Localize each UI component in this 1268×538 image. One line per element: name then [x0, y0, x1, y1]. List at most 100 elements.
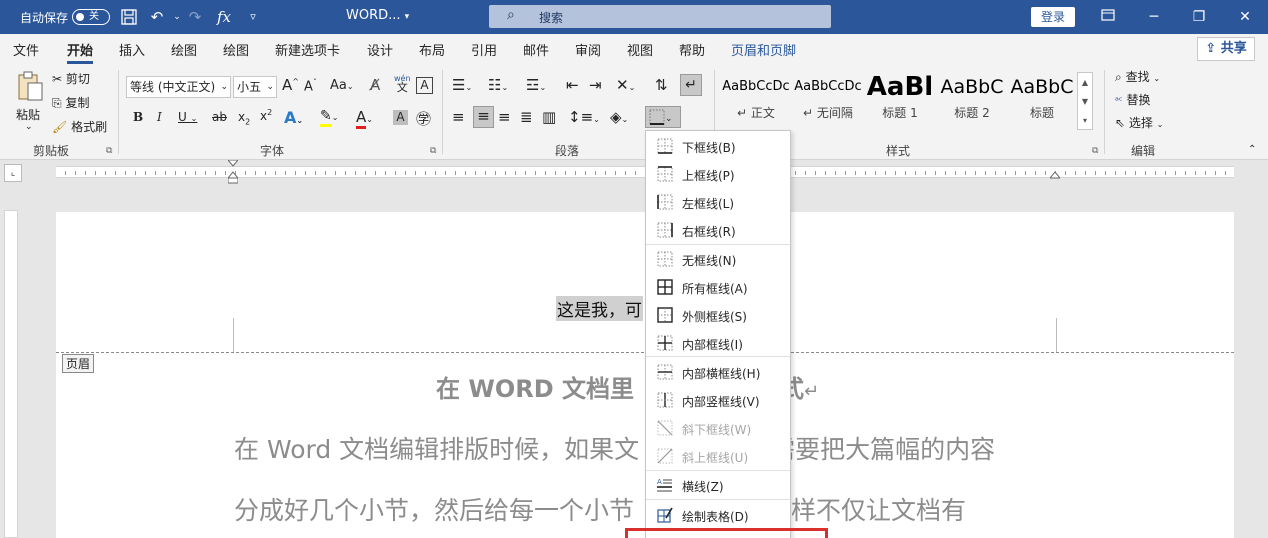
superscript-button[interactable]: x2 — [260, 108, 272, 123]
customize-toolbar-icon[interactable]: ▿ — [244, 8, 262, 26]
font-size-combo[interactable]: 小五 ⌄ — [233, 76, 277, 98]
tab-header-footer[interactable]: 页眉和页脚 — [731, 40, 796, 59]
phonetic-guide-button[interactable]: wén 文 — [394, 74, 411, 93]
tab-file[interactable]: 文件 — [13, 40, 39, 59]
undo-icon[interactable]: ↶ — [148, 8, 166, 26]
shading-icon[interactable]: ◈⌄ — [610, 108, 628, 126]
document-name[interactable]: WORD... ▾ — [346, 8, 409, 23]
autosave-toggle[interactable]: 关 — [72, 9, 110, 25]
menu-item-left-border[interactable]: 左框线(L) — [646, 189, 790, 215]
menu-item-outside-borders[interactable]: 外侧框线(S) — [646, 302, 790, 328]
tab-selector-icon[interactable]: ⌞ — [4, 164, 22, 182]
distributed-icon[interactable]: ▥ — [542, 108, 556, 126]
shrink-font-button[interactable]: Aˇ — [304, 78, 317, 94]
ribbon-display-icon[interactable] — [1095, 6, 1121, 28]
search-box[interactable]: ⌕ 搜索 — [489, 5, 831, 28]
tab-review[interactable]: 审阅 — [575, 40, 601, 59]
character-border-button[interactable]: A — [416, 77, 433, 94]
menu-item-inside-horizontal-border[interactable]: 内部横框线(H) — [646, 359, 790, 385]
increase-indent-icon[interactable]: ⇥ — [589, 76, 602, 94]
style-heading-2[interactable]: AaBbC 标题 2 — [936, 70, 1008, 128]
undo-dropdown-icon[interactable]: ⌄ — [168, 8, 186, 26]
clipboard-launcher-icon[interactable]: ⧉ — [106, 146, 112, 156]
align-right-icon[interactable]: ≡ — [498, 108, 511, 126]
grow-font-button[interactable]: A^ — [282, 76, 299, 94]
horizontal-ruler[interactable]: ⌞ — [0, 160, 1268, 184]
menu-item-inside-borders[interactable]: 内部框线(I) — [646, 330, 790, 356]
line-spacing-icon[interactable]: ↕≡⌄ — [568, 108, 600, 126]
vertical-ruler[interactable] — [4, 210, 18, 538]
login-button[interactable]: 登录 — [1031, 7, 1075, 27]
select-button[interactable]: ⇖ 选择 ⌄ — [1115, 114, 1163, 131]
show-formatting-marks-icon[interactable]: ↵ — [680, 74, 702, 96]
text-effects-icon[interactable]: A⌄ — [284, 108, 303, 127]
sort-icon[interactable]: ⇅ — [655, 76, 668, 94]
enclose-characters-icon[interactable]: ㊫ — [416, 108, 431, 129]
character-shading-icon[interactable]: A — [393, 110, 408, 125]
change-case-button[interactable]: Aa⌄ — [330, 78, 354, 93]
tab-design[interactable]: 设计 — [367, 40, 393, 59]
formula-icon[interactable]: fx — [215, 8, 233, 26]
cut-button[interactable]: ✂ 剪切 — [52, 70, 90, 87]
style-normal[interactable]: AaBbCcDc ↵ 正文 — [720, 70, 792, 128]
tab-new-tab[interactable]: 新建选项卡 — [275, 40, 340, 59]
underline-button[interactable]: U ⌄ — [178, 110, 197, 124]
body-paragraph-line[interactable]: 在 Word 文档编辑排版时候，如果文 ，需要把大篇幅的内容 — [234, 430, 995, 466]
collapse-ribbon-icon[interactable]: ⌃ — [1248, 144, 1256, 155]
paste-button[interactable]: 粘贴 ⌄ — [12, 70, 48, 136]
tab-insert[interactable]: 插入 — [119, 40, 145, 59]
menu-item-top-border[interactable]: 上框线(P) — [646, 161, 790, 187]
menu-item-bottom-border[interactable]: 下框线(B) — [646, 133, 790, 159]
menu-item-horizontal-line[interactable]: A 横线(Z) — [646, 472, 790, 498]
decrease-indent-icon[interactable]: ⇤ — [566, 76, 579, 94]
find-button[interactable]: ⌕ 查找 ⌄ — [1115, 68, 1160, 85]
copy-button[interactable]: ⎘ 复制 — [52, 94, 89, 111]
tab-references[interactable]: 引用 — [471, 40, 497, 59]
tab-draw-2[interactable]: 绘图 — [223, 40, 249, 59]
style-heading-1[interactable]: AaBl 标题 1 — [864, 70, 936, 128]
body-paragraph-line[interactable]: 分成好几个小节，然后给每一个小节 题，这样不仅让文档有 — [234, 491, 966, 527]
menu-item-draw-table[interactable]: 绘制表格(D) — [646, 502, 790, 528]
minimize-icon[interactable]: ─ — [1141, 6, 1167, 28]
tab-home[interactable]: 开始 — [67, 40, 94, 64]
subscript-button[interactable]: x2 — [238, 110, 250, 126]
style-no-spacing[interactable]: AaBbCcDc ↵ 无间隔 — [792, 70, 864, 128]
highlight-color-icon[interactable]: ✎⌄ — [320, 108, 338, 127]
tab-mailings[interactable]: 邮件 — [523, 40, 549, 59]
tab-draw[interactable]: 绘图 — [171, 40, 197, 59]
replace-button[interactable]: ᵃᶜ 替换 — [1115, 91, 1150, 108]
chinese-layout-icon[interactable]: ✕⌄ — [616, 76, 635, 94]
align-left-icon[interactable]: ≡ — [452, 108, 465, 126]
align-center-icon[interactable]: ≡ — [473, 106, 494, 128]
italic-button[interactable]: I — [157, 110, 162, 124]
menu-item-diagonal-down-border[interactable]: 斜下框线(W) — [646, 415, 790, 441]
strikethrough-button[interactable]: ab — [212, 110, 227, 124]
menu-item-diagonal-up-border[interactable]: 斜上框线(U) — [646, 443, 790, 469]
font-name-combo[interactable]: 等线 (中文正文) ⌄ — [126, 76, 231, 98]
style-title[interactable]: AaBbC 标题 — [1006, 70, 1078, 128]
clear-formatting-icon[interactable]: A̸ — [370, 76, 380, 94]
indent-marker-icon[interactable] — [228, 160, 238, 184]
bold-button[interactable]: B — [133, 110, 143, 124]
justify-icon[interactable]: ≣ — [520, 108, 533, 126]
menu-item-no-border[interactable]: 无框线(N) — [646, 246, 790, 272]
restore-icon[interactable]: ❐ — [1186, 6, 1212, 28]
styles-launcher-icon[interactable]: ⧉ — [1092, 146, 1098, 156]
menu-item-inside-vertical-border[interactable]: 内部竖框线(V) — [646, 387, 790, 413]
font-color-icon[interactable]: A⌄ — [356, 108, 373, 129]
right-indent-marker-icon[interactable] — [1050, 160, 1060, 184]
menu-item-right-border[interactable]: 右框线(R) — [646, 217, 790, 243]
save-icon[interactable] — [120, 8, 138, 26]
header-text[interactable]: 这是我，可 — [556, 296, 643, 321]
bullets-icon[interactable]: ☰⌄ — [452, 76, 472, 94]
redo-icon[interactable]: ↷ — [186, 8, 204, 26]
share-button[interactable]: ⇪ 共享 — [1197, 37, 1255, 61]
multilevel-list-icon[interactable]: ☲⌄ — [526, 76, 546, 94]
close-icon[interactable]: ✕ — [1232, 6, 1258, 28]
numbering-icon[interactable]: ☷⌄ — [488, 76, 508, 94]
styles-gallery-scroll[interactable]: ▲ ▼ ▾ — [1077, 72, 1093, 130]
tab-view[interactable]: 视图 — [627, 40, 653, 59]
font-launcher-icon[interactable]: ⧉ — [430, 146, 436, 156]
borders-button[interactable]: ⌄ — [645, 106, 681, 128]
paste-dropdown-icon[interactable]: ⌄ — [25, 122, 33, 132]
